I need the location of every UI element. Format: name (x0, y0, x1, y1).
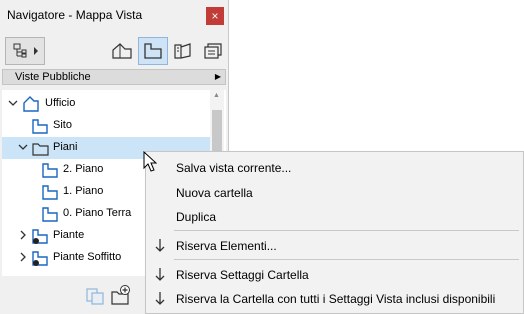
tree-options-icon (13, 43, 38, 58)
close-icon: × (211, 9, 219, 23)
project-map-icon (112, 43, 132, 59)
tree-item-label: 0. Piano Terra (63, 207, 132, 219)
new-folder-icon[interactable] (110, 284, 132, 306)
tree-item-label: Piani (53, 141, 78, 153)
project-root-icon (23, 96, 39, 112)
tree-item-sito[interactable]: Sito (2, 115, 212, 137)
view-map-button[interactable] (138, 37, 168, 65)
view-icon (32, 119, 48, 134)
navigator-menu-button[interactable] (5, 37, 45, 65)
title-bar[interactable]: Navigatore - Mappa Vista × (0, 0, 228, 30)
menu-item-label: Riserva la Cartella con tutti i Settaggi… (176, 292, 496, 306)
chevron-right-icon: ▶ (214, 72, 221, 81)
tree-item-label: Ufficio (45, 97, 76, 109)
menu-item-label: Riserva Settaggi Cartella (176, 268, 309, 282)
publisher-sets-icon (204, 43, 222, 59)
menu-separator (174, 230, 519, 231)
context-menu: Salva vista corrente... Nuova cartella D… (145, 151, 524, 314)
reserve-down-arrow-icon (155, 268, 165, 281)
chevron-right-icon[interactable] (18, 230, 28, 240)
folder-icon (32, 143, 49, 156)
view-icon (42, 185, 58, 200)
menu-item-duplica[interactable]: Duplica (146, 205, 523, 229)
tree-item-label: Sito (53, 119, 72, 131)
menu-separator (174, 259, 519, 260)
publisher-sets-button[interactable] (198, 37, 228, 65)
layout-book-icon (174, 43, 191, 59)
menu-item-riserva-settaggi-cartella[interactable]: Riserva Settaggi Cartella (146, 263, 523, 287)
chevron-down-icon[interactable] (8, 98, 18, 108)
menu-item-riserva-elementi[interactable]: Riserva Elementi... (146, 234, 523, 258)
navigator-toolbar (0, 33, 228, 67)
view-icon (42, 207, 58, 222)
menu-item-label: Salva vista corrente... (176, 161, 292, 175)
folder-reserved-icon (32, 229, 48, 244)
tree-item-label: Piante (53, 229, 85, 241)
view-set-label: Viste Pubbliche (15, 71, 91, 83)
window-title: Navigatore - Mappa Vista (7, 8, 143, 22)
scroll-up-icon[interactable]: ▲ (213, 92, 220, 99)
menu-item-label: Nuova cartella (176, 186, 253, 200)
menu-item-nuova-cartella[interactable]: Nuova cartella (146, 181, 523, 205)
menu-item-salva-vista[interactable]: Salva vista corrente... (146, 156, 523, 180)
chevron-down-icon[interactable] (18, 142, 28, 152)
mouse-cursor-icon (143, 151, 157, 172)
tree-item-label: 2. Piano (63, 163, 104, 175)
view-icon (42, 163, 58, 178)
reserve-down-arrow-icon (155, 292, 165, 305)
project-map-button[interactable] (107, 37, 137, 65)
view-map-icon (144, 43, 162, 59)
folder-reserved-icon (32, 251, 48, 266)
chevron-right-icon[interactable] (18, 252, 28, 262)
menu-item-label: Riserva Elementi... (176, 239, 277, 253)
clone-folder-icon[interactable] (84, 284, 106, 306)
tree-item-label: Piante Soffitto (53, 251, 122, 263)
tree-item-label: 1. Piano (63, 185, 104, 197)
tree-item-ufficio[interactable]: Ufficio (2, 93, 212, 115)
menu-item-label: Duplica (176, 210, 217, 224)
menu-item-riserva-cartella-completa[interactable]: Riserva la Cartella con tutti i Settaggi… (146, 287, 523, 311)
view-set-selector[interactable]: Viste Pubbliche ▶ (2, 69, 226, 85)
reserve-down-arrow-icon (155, 239, 165, 252)
layout-book-button[interactable] (168, 37, 198, 65)
close-button[interactable]: × (206, 7, 224, 25)
